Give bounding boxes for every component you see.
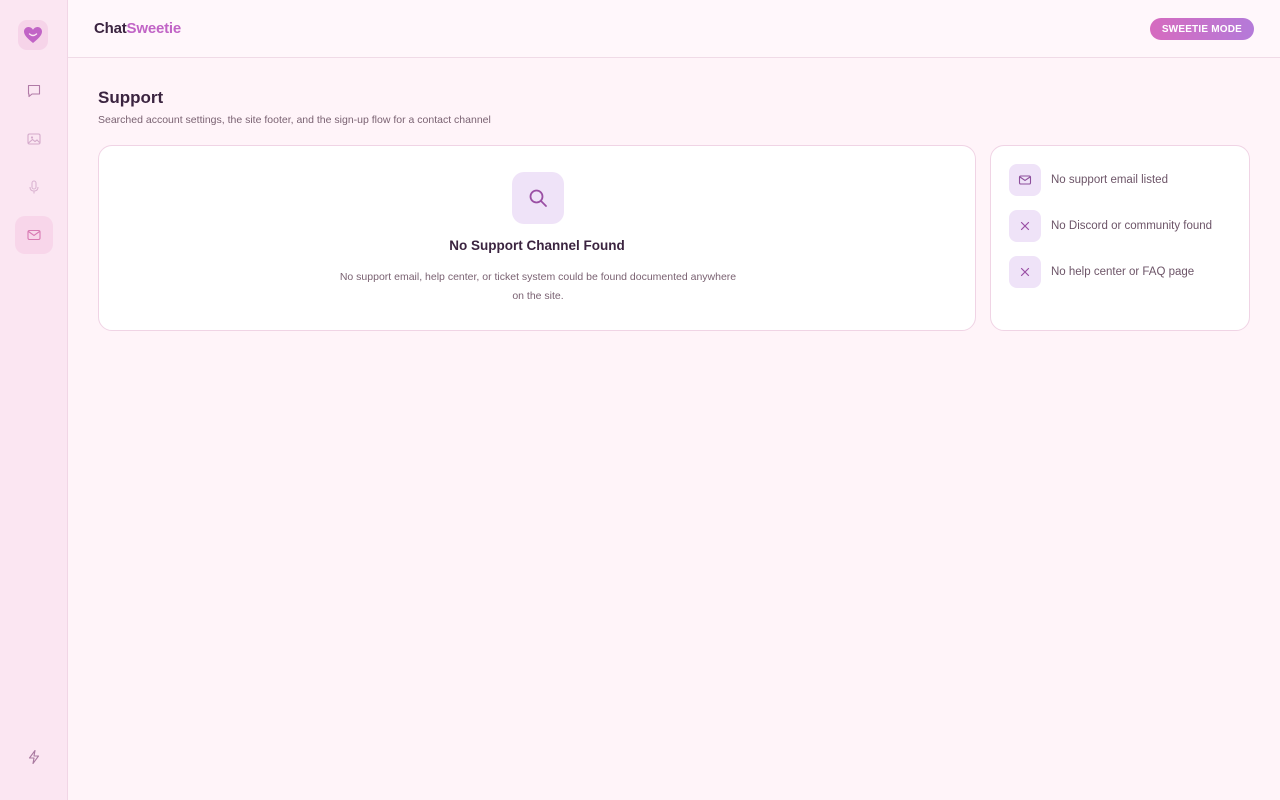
chat-bubble-icon [27, 84, 41, 98]
top-bar: ChatSweetie SWEETIE MODE [68, 0, 1280, 58]
x-icon [1009, 210, 1041, 242]
microphone-icon [29, 180, 39, 194]
sidebar-item-voice[interactable] [15, 168, 53, 206]
lightning-icon [28, 749, 40, 765]
search-icon [512, 172, 564, 224]
x-icon [1009, 256, 1041, 288]
mail-icon [27, 229, 41, 241]
sidebar-item-images[interactable] [15, 120, 53, 158]
sidebar [0, 0, 68, 800]
support-checks-card: No support email listed No Discord or co… [990, 145, 1250, 331]
image-icon [27, 133, 41, 145]
brand-name[interactable]: ChatSweetie [94, 20, 181, 37]
check-item-help-center: No help center or FAQ page [1009, 256, 1194, 288]
heart-logo-icon[interactable] [18, 20, 48, 50]
check-label: No help center or FAQ page [1051, 266, 1195, 278]
brand-part-chat: Chat [94, 20, 127, 37]
check-item-email: No support email listed [1009, 164, 1168, 196]
empty-state-card: No Support Channel Found No support emai… [98, 145, 976, 331]
page-title: Support [98, 88, 164, 107]
sidebar-item-boost[interactable] [15, 738, 53, 776]
empty-state-description: No support email, help center, or ticket… [339, 271, 737, 302]
check-label: No Discord or community found [1051, 220, 1213, 232]
sidebar-item-support[interactable] [15, 216, 53, 254]
empty-state-title: No Support Channel Found [449, 238, 625, 253]
sidebar-item-chat[interactable] [15, 72, 53, 110]
check-item-community: No Discord or community found [1009, 210, 1212, 242]
brand-part-sweetie: Sweetie [126, 20, 182, 37]
sweetie-mode-button[interactable]: SWEETIE MODE [1149, 18, 1254, 40]
page-subtitle: Searched account settings, the site foot… [98, 114, 491, 126]
check-label: No support email listed [1051, 174, 1168, 186]
mail-icon [1009, 164, 1041, 196]
